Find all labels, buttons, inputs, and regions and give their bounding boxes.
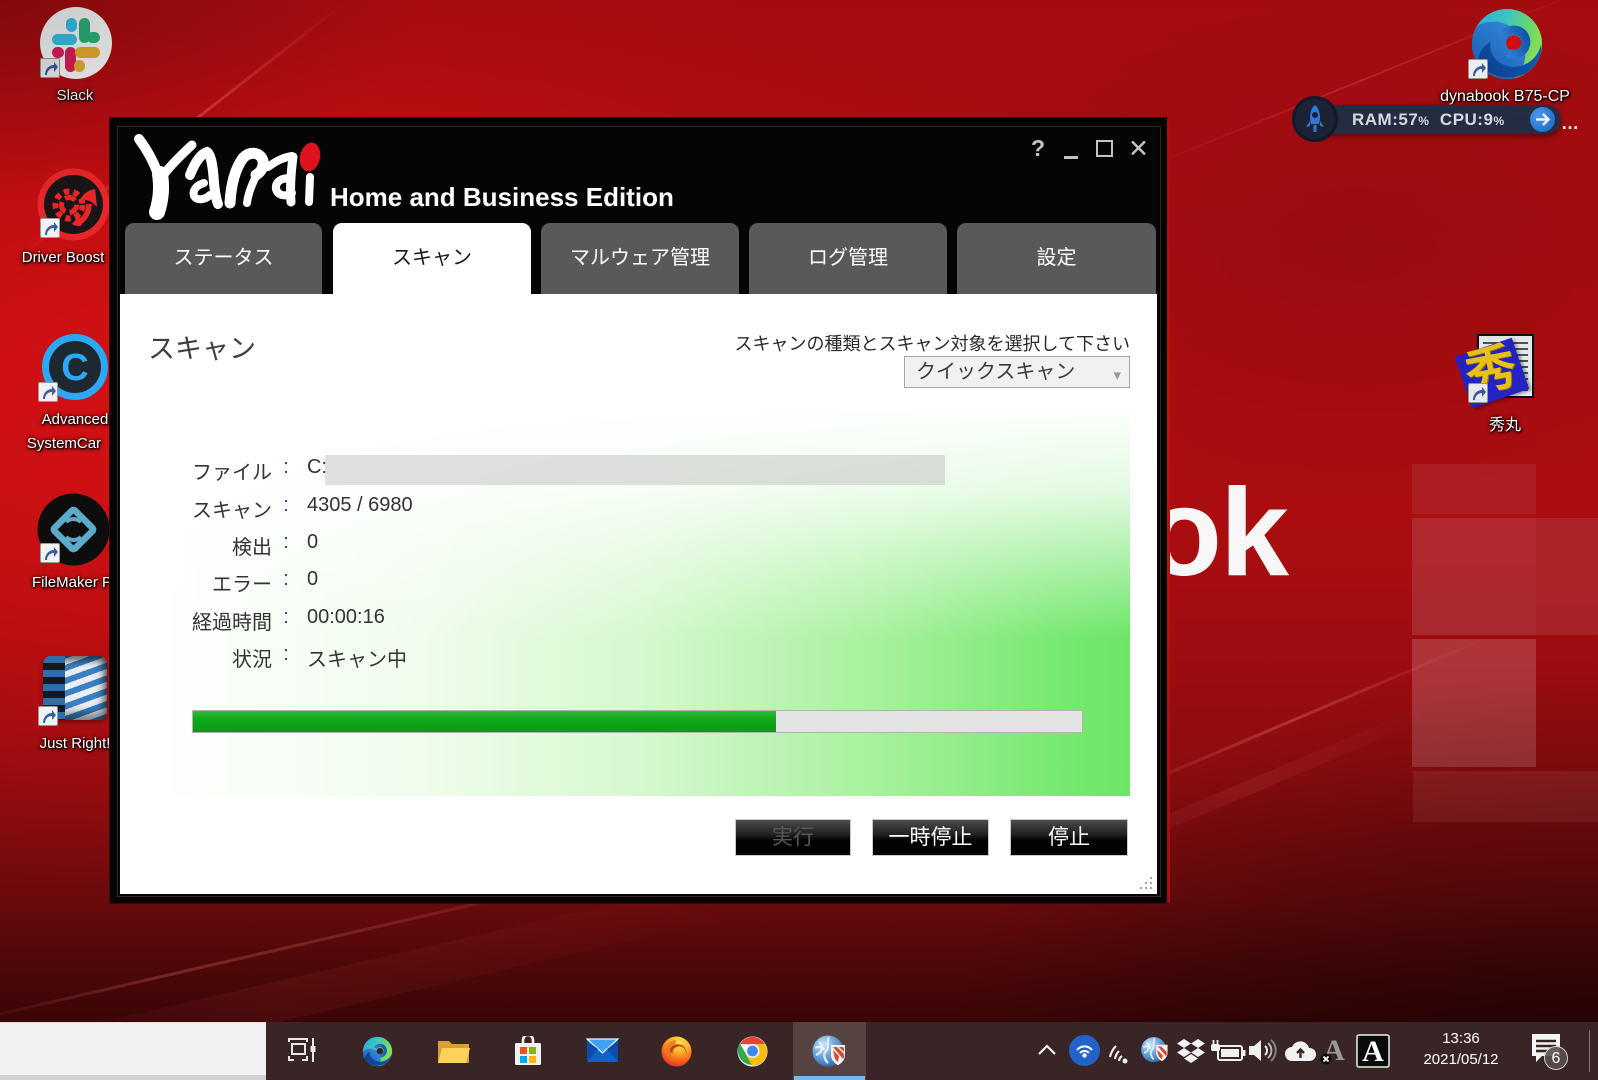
svg-text:A: A (1362, 1035, 1384, 1068)
